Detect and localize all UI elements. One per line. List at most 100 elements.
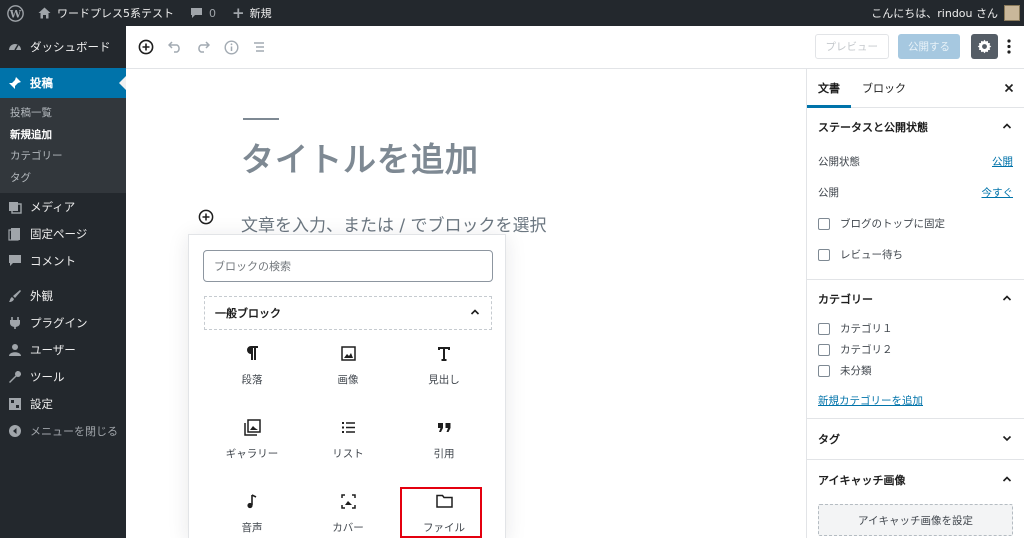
close-icon[interactable] xyxy=(1004,82,1014,97)
submenu-categories[interactable]: カテゴリー xyxy=(0,145,126,167)
info-button[interactable] xyxy=(217,33,245,61)
block-label: 見出し xyxy=(428,374,460,386)
tags-panel-title: タグ xyxy=(818,433,840,446)
wordpress-logo-icon[interactable]: W xyxy=(0,0,30,26)
menu-users-label: ユーザー xyxy=(30,342,76,357)
block-quote[interactable]: 引用 xyxy=(396,409,492,483)
block-navigation-button[interactable] xyxy=(245,33,273,61)
submenu-all-posts[interactable]: 投稿一覧 xyxy=(0,102,126,124)
plus-icon: + xyxy=(232,4,245,22)
block-list[interactable]: リスト xyxy=(300,409,396,483)
common-blocks-panel-toggle[interactable]: 一般ブロック xyxy=(204,296,492,330)
visibility-row: 公開状態 公開 xyxy=(807,146,1024,177)
set-featured-image-button[interactable]: アイキャッチ画像を設定 xyxy=(818,504,1013,536)
menu-comments-label: コメント xyxy=(30,253,76,268)
menu-posts-label: 投稿 xyxy=(30,76,53,90)
panel-title: 一般ブロック xyxy=(215,307,281,320)
block-image[interactable]: 画像 xyxy=(300,335,396,409)
chevron-up-icon xyxy=(470,307,480,320)
visibility-toggle-link[interactable]: 公開 xyxy=(992,154,1013,169)
menu-tools[interactable]: ツール xyxy=(0,363,126,390)
more-options-button[interactable] xyxy=(1002,34,1016,59)
default-block-appender[interactable]: 文章を入力、または / でブロックを選択 xyxy=(241,211,547,236)
undo-button[interactable] xyxy=(161,33,189,61)
publish-date-link[interactable]: 今すぐ xyxy=(982,185,1014,200)
menu-plugins[interactable]: プラグイン xyxy=(0,309,126,336)
undo-icon xyxy=(168,41,180,53)
add-category-link[interactable]: 新規カテゴリーを追加 xyxy=(818,395,923,407)
block-audio[interactable]: 音声 xyxy=(204,483,300,538)
block-heading[interactable]: 見出し xyxy=(396,335,492,409)
gear-icon xyxy=(977,39,992,54)
block-gallery[interactable]: ギャラリー xyxy=(204,409,300,483)
audio-icon xyxy=(246,491,258,511)
publish-button[interactable]: 公開する xyxy=(898,34,960,59)
block-cover[interactable]: カバー xyxy=(300,483,396,538)
menu-dashboard[interactable]: ダッシュボード xyxy=(0,33,126,60)
info-icon xyxy=(223,39,239,55)
plugin-icon xyxy=(8,316,22,330)
cover-icon xyxy=(340,491,356,511)
menu-posts[interactable]: 投稿 xyxy=(0,68,126,98)
category-item[interactable]: 未分類 xyxy=(807,360,1024,381)
featured-image-panel: アイキャッチ画像 アイキャッチ画像を設定 xyxy=(807,460,1024,536)
categories-panel-title: カテゴリー xyxy=(818,293,873,306)
menu-comments[interactable]: コメント xyxy=(0,247,126,274)
status-visibility-panel: ステータスと公開状態 公開状態 公開 公開 今すぐ ブログのトップに固定 レビュ… xyxy=(807,108,1024,280)
pending-checkbox[interactable] xyxy=(818,248,830,261)
paintbrush-icon xyxy=(8,289,22,303)
block-paragraph[interactable]: 段落 xyxy=(204,335,300,409)
menu-pages[interactable]: 固定ページ xyxy=(0,220,126,247)
preview-button[interactable]: プレビュー xyxy=(814,34,889,59)
block-label: 画像 xyxy=(337,374,359,386)
chevron-down-icon xyxy=(1002,433,1012,446)
submenu-tags[interactable]: タグ xyxy=(0,167,126,189)
add-block-button[interactable] xyxy=(132,33,160,61)
collapse-menu-label: メニューを閉じる xyxy=(30,424,118,438)
status-panel-toggle[interactable]: ステータスと公開状態 xyxy=(807,108,1024,146)
settings-toggle-button[interactable] xyxy=(971,34,998,59)
pending-checkbox-row[interactable]: レビュー待ち xyxy=(807,239,1024,270)
settings-sidebar: 文書 ブロック ステータスと公開状態 公開状態 公開 公開 今すぐ ブログのトッ… xyxy=(806,69,1024,538)
quote-icon xyxy=(437,417,452,437)
sticky-checkbox[interactable] xyxy=(818,217,830,230)
my-account[interactable]: こんにちは、rindou さん xyxy=(863,0,1024,26)
featured-panel-title: アイキャッチ画像 xyxy=(818,474,906,487)
collapse-menu-button[interactable]: メニューを閉じる xyxy=(0,417,126,444)
tags-panel-toggle[interactable]: タグ xyxy=(807,419,1024,459)
featured-panel-toggle[interactable]: アイキャッチ画像 xyxy=(807,460,1024,500)
block-search-input[interactable]: ブロックの検索 xyxy=(203,250,493,282)
svg-text:W: W xyxy=(8,8,21,20)
menu-users[interactable]: ユーザー xyxy=(0,336,126,363)
menu-appearance-label: 外観 xyxy=(30,288,53,303)
menu-dashboard-label: ダッシュボード xyxy=(30,39,111,54)
sticky-checkbox-row[interactable]: ブログのトップに固定 xyxy=(807,208,1024,239)
category-item[interactable]: カテゴリ１ xyxy=(807,318,1024,339)
new-content-link[interactable]: + 新規 xyxy=(224,0,280,26)
chevron-up-icon xyxy=(1002,474,1012,487)
admin-sidebar: ダッシュボード 投稿 投稿一覧 新規追加 カテゴリー タグ メディア 固定ページ… xyxy=(0,26,126,538)
settings-tabs: 文書 ブロック xyxy=(807,69,1024,108)
list-icon xyxy=(341,417,356,437)
category-item[interactable]: カテゴリ２ xyxy=(807,339,1024,360)
category-checkbox[interactable] xyxy=(818,343,830,356)
comments-link[interactable]: 0 xyxy=(182,0,224,26)
post-title-input[interactable]: タイトルを追加 xyxy=(241,133,479,181)
site-name-link[interactable]: ワードプレス5系テスト xyxy=(30,0,182,26)
menu-settings[interactable]: 設定 xyxy=(0,390,126,417)
tab-document[interactable]: 文書 xyxy=(807,69,851,108)
comments-count: 0 xyxy=(209,6,216,20)
category-checkbox[interactable] xyxy=(818,322,830,335)
categories-panel-toggle[interactable]: カテゴリー xyxy=(807,280,1024,318)
inline-inserter-button[interactable] xyxy=(198,209,214,225)
editor-toolbar: プレビュー 公開する xyxy=(126,26,1024,69)
publish-row: 公開 今すぐ xyxy=(807,177,1024,208)
tab-block[interactable]: ブロック xyxy=(851,69,917,108)
menu-appearance[interactable]: 外観 xyxy=(0,282,126,309)
category-checkbox[interactable] xyxy=(818,364,830,377)
redo-button[interactable] xyxy=(189,33,217,61)
title-separator xyxy=(243,118,279,120)
comment-bubble-icon xyxy=(190,7,203,19)
menu-media[interactable]: メディア xyxy=(0,193,126,220)
submenu-add-new[interactable]: 新規追加 xyxy=(0,124,126,146)
